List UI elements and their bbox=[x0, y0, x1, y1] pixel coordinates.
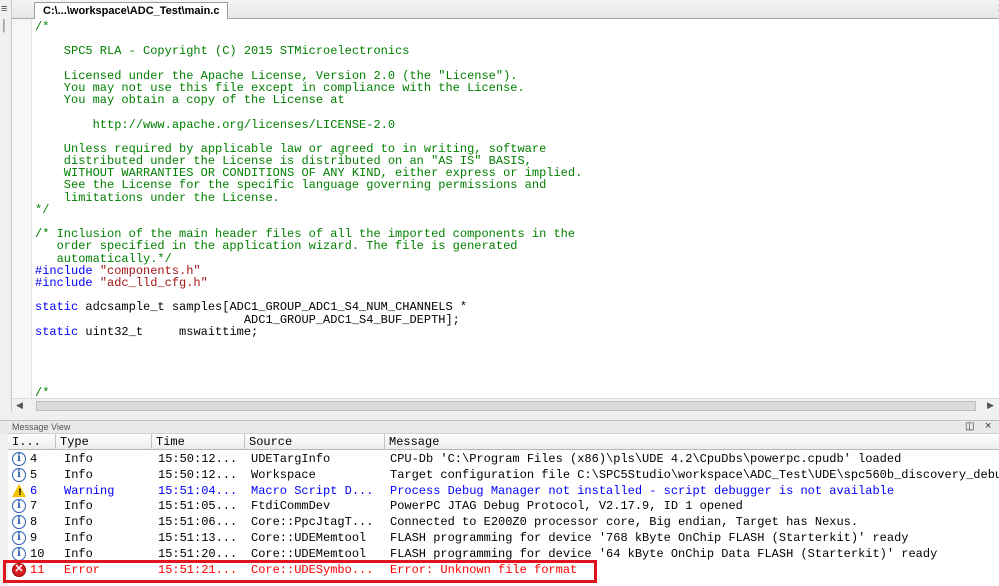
message-view-header: Message View ◫ × bbox=[0, 420, 999, 433]
cell-time: 15:50:12... bbox=[158, 467, 238, 482]
table-row[interactable]: i 4 Info 15:50:12... UDETargInfo CPU-Db 'C:\P… bbox=[8, 451, 999, 467]
cell-message: PowerPC JTAG Debug Protocol, V2.17.9, ID… bbox=[390, 499, 743, 514]
cell-type: Info bbox=[64, 531, 93, 545]
cell-id: 6 bbox=[30, 483, 38, 498]
table-row[interactable]: i 5 Info 15:50:12... Workspace Target configu… bbox=[8, 467, 999, 483]
cell-id: 8 bbox=[30, 515, 38, 530]
column-header-time[interactable]: Time bbox=[152, 434, 245, 450]
scroll-thumb[interactable] bbox=[36, 401, 976, 411]
code-string: "adc_lld_cfg.h" bbox=[99, 275, 208, 290]
cell-source: Core::PpcJtagT... bbox=[251, 515, 374, 530]
panel-edge-icon: │ bbox=[1, 20, 8, 32]
column-header-type[interactable]: Type bbox=[56, 434, 152, 450]
cell-source: Core::UDEMemtool bbox=[251, 531, 367, 545]
left-panel-strip: ≡ │ bbox=[0, 0, 12, 412]
code-keyword: #include bbox=[35, 275, 100, 290]
cell-time: 15:50:12... bbox=[158, 452, 238, 466]
code-comment: limitations under the License. bbox=[35, 190, 280, 205]
cell-message: FLASH programming for device '768 kByte … bbox=[390, 531, 909, 545]
message-view-title: Message View bbox=[12, 422, 71, 432]
code-editor[interactable]: /* SPC5 RLA - Copyright (C) 2015 STMicro… bbox=[12, 19, 999, 398]
code-line: http://www.apache.org/licenses/LICENSE-2… bbox=[35, 117, 582, 132]
table-row[interactable]: i 7 Info 15:51:05... FtdiCommDev PowerPC JTAG… bbox=[8, 498, 999, 514]
info-icon: i bbox=[12, 499, 26, 514]
panel-collapse-icon[interactable]: ≡ bbox=[1, 3, 7, 15]
column-header-message[interactable]: Message bbox=[385, 434, 999, 450]
table-header: I... Type Time Source Message bbox=[8, 434, 999, 450]
code-line: */ bbox=[35, 204, 582, 216]
code-line: limitations under the License. bbox=[35, 192, 582, 204]
cell-id: 4 bbox=[30, 452, 38, 466]
close-panel-icon[interactable]: × bbox=[985, 420, 991, 432]
cell-time: 15:51:04... bbox=[158, 483, 238, 498]
code-line: You may obtain a copy of the License at bbox=[35, 94, 582, 106]
column-header-source[interactable]: Source bbox=[245, 434, 385, 450]
cell-message: Target configuration file C:\SPC5Studio\… bbox=[390, 467, 999, 482]
cell-id: 7 bbox=[30, 499, 38, 514]
cell-type: Info bbox=[64, 452, 93, 466]
code-comment: You may obtain a copy of the License at bbox=[35, 93, 345, 108]
code-text: /* SPC5 RLA - Copyright (C) 2015 STMicro… bbox=[35, 21, 582, 398]
horizontal-scrollbar[interactable]: ◀ ▶ bbox=[12, 398, 999, 412]
code-line: #include "adc_lld_cfg.h" bbox=[35, 277, 582, 289]
cell-id: 5 bbox=[30, 467, 38, 482]
code-line: SPC5 RLA - Copyright (C) 2015 STMicroele… bbox=[35, 45, 582, 57]
cell-time: 15:51:05... bbox=[158, 499, 238, 514]
code-token: uint32_t mswaittime; bbox=[78, 324, 259, 339]
editor-gutter bbox=[12, 19, 32, 398]
cell-type: Info bbox=[64, 467, 93, 482]
code-line: static uint32_t mswaittime; bbox=[35, 326, 582, 338]
info-icon: i bbox=[12, 546, 26, 561]
pin-icon[interactable]: ◫ bbox=[965, 421, 974, 432]
cell-time: 15:51:13... bbox=[158, 531, 238, 545]
info-icon: i bbox=[12, 531, 26, 545]
cell-message: Connected to E200Z0 processor core, Big … bbox=[390, 515, 859, 530]
cell-source: FtdiCommDev bbox=[251, 499, 331, 514]
cell-source: UDETargInfo bbox=[251, 452, 331, 466]
table-row[interactable]: i 9 Info 15:51:13... Core::UDEMemtool FLASH p… bbox=[8, 530, 999, 546]
cell-type: Info bbox=[64, 499, 93, 514]
info-icon: i bbox=[12, 515, 26, 530]
column-header-id[interactable]: I... bbox=[8, 434, 56, 450]
tab-main-c[interactable]: C:\...\workspace\ADC_Test\main.c bbox=[34, 2, 229, 20]
table-row[interactable]: ! 6 Warning 15:51:04... Macro Script D... Pro… bbox=[8, 483, 999, 499]
code-comment: http://www.apache.org/licenses/LICENSE-2… bbox=[35, 117, 396, 132]
scroll-right-icon[interactable]: ▶ bbox=[987, 400, 994, 411]
cell-type: Warning bbox=[64, 483, 115, 498]
code-line: /* bbox=[35, 21, 582, 33]
error-highlight-box bbox=[3, 560, 597, 583]
panel-splitter[interactable] bbox=[0, 412, 999, 420]
cell-message: CPU-Db 'C:\Program Files (x86)\pls\UDE 4… bbox=[390, 452, 902, 466]
scroll-left-icon[interactable]: ◀ bbox=[16, 400, 23, 411]
info-icon: i bbox=[12, 467, 26, 482]
cell-message: Process Debug Manager not installed - sc… bbox=[390, 483, 895, 498]
info-icon: i bbox=[12, 452, 26, 466]
cell-source: Macro Script D... bbox=[251, 483, 374, 498]
editor-tab-bar: C:\...\workspace\ADC_Test\main.c ✕ bbox=[12, 0, 999, 20]
code-comment: /* bbox=[35, 385, 50, 398]
cell-source: Workspace bbox=[251, 467, 316, 482]
cell-type: Info bbox=[64, 515, 93, 530]
code-comment: SPC5 RLA - Copyright (C) 2015 STMicroele… bbox=[35, 44, 410, 59]
code-line: /* bbox=[35, 387, 582, 398]
cell-time: 15:51:06... bbox=[158, 515, 238, 530]
table-row[interactable]: i 8 Info 15:51:06... Core::PpcJtagT... Connec… bbox=[8, 514, 999, 530]
cell-id: 9 bbox=[30, 531, 38, 545]
